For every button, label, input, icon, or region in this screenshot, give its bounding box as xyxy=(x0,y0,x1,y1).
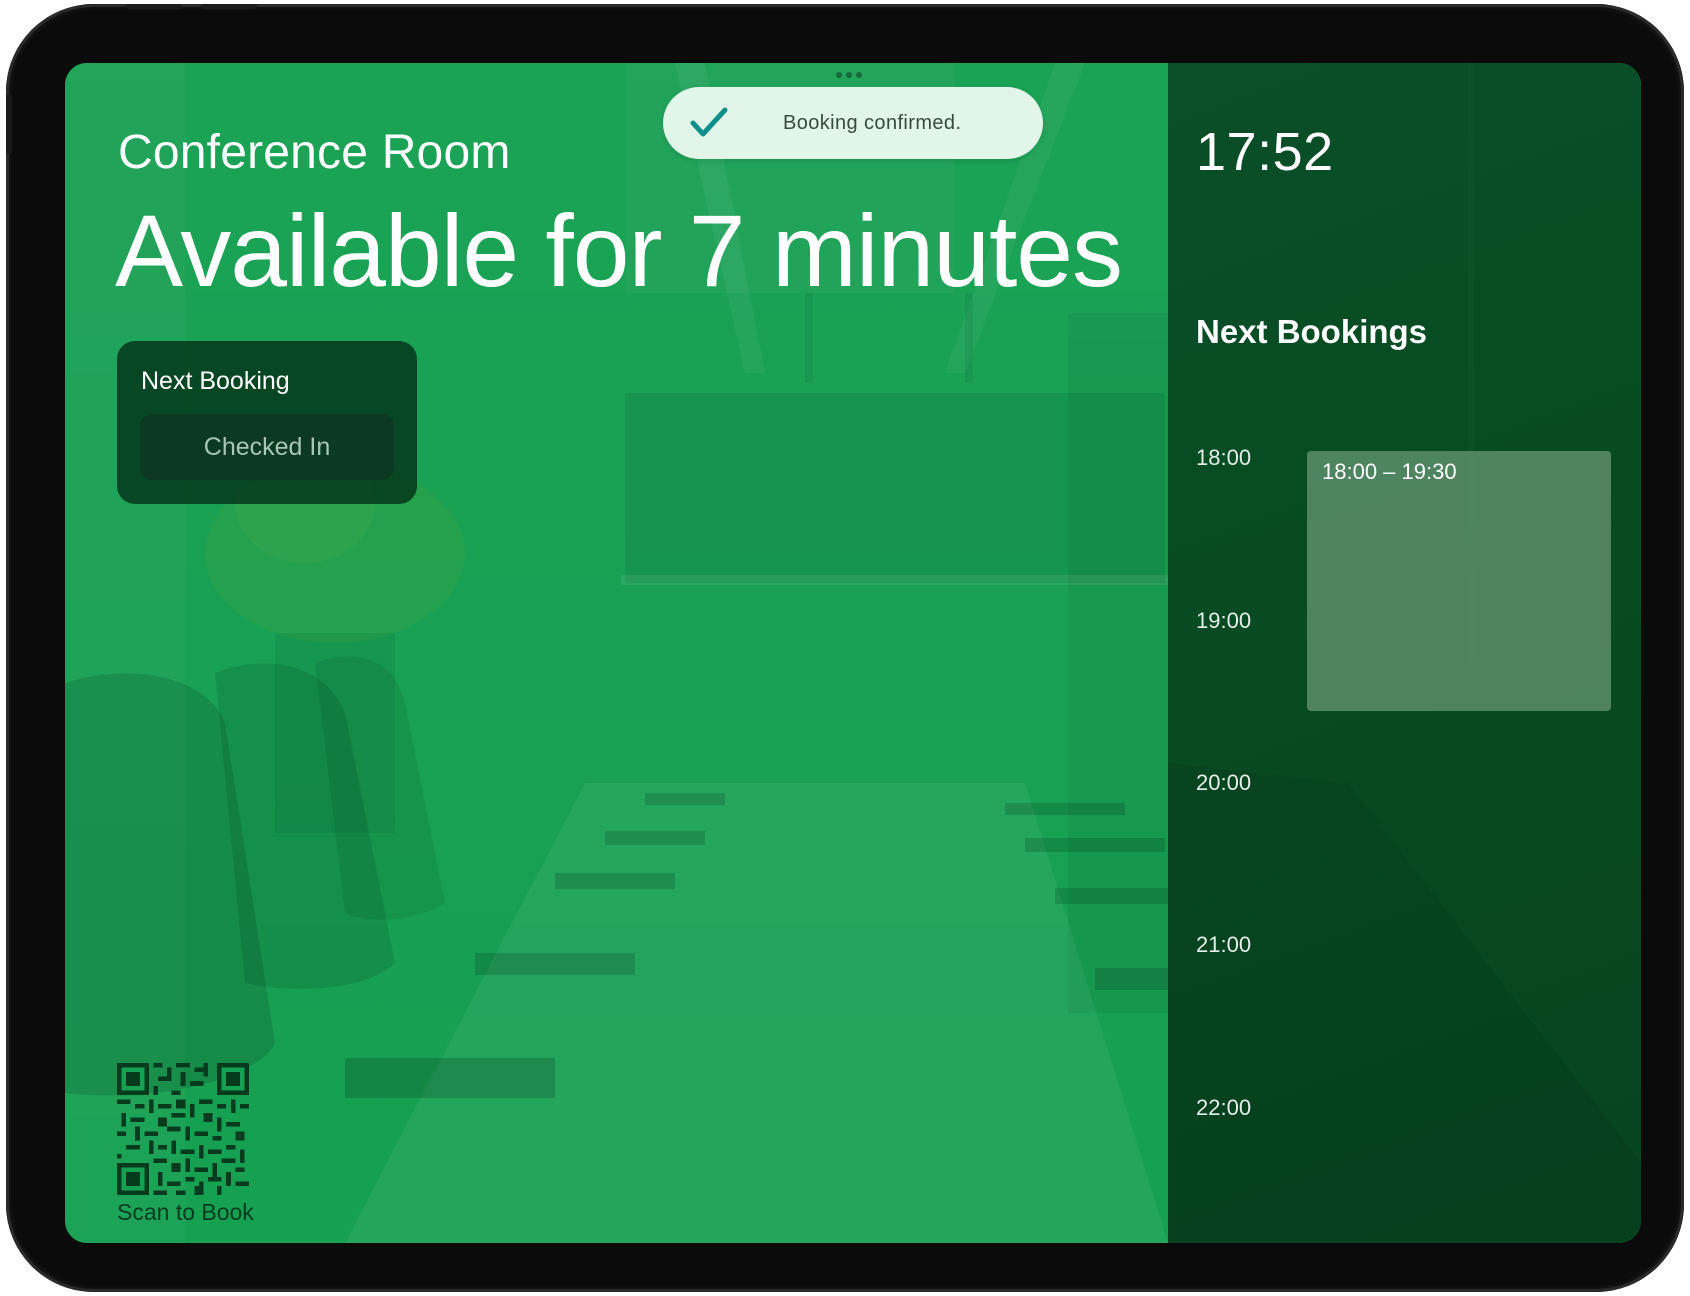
volume-button xyxy=(201,4,257,9)
hour-label: 22:00 xyxy=(1196,1095,1252,1120)
booking-block[interactable]: 18:00 – 19:30 xyxy=(1307,451,1611,711)
side-button xyxy=(6,94,12,154)
volume-button xyxy=(126,4,182,9)
hour-label: 20:00 xyxy=(1196,770,1252,795)
next-bookings-title: Next Bookings xyxy=(1196,313,1428,350)
room-name: Conference Room xyxy=(118,126,511,179)
toast-message: Booking confirmed. xyxy=(783,111,962,134)
availability-pane: Booking confirmed. Conference Room Avail… xyxy=(65,63,1168,1243)
next-booking-card: Next Booking Checked In xyxy=(117,341,417,504)
booking-time-range: 18:00 – 19:30 xyxy=(1322,459,1457,484)
room-display-screen: Booking confirmed. Conference Room Avail… xyxy=(65,63,1641,1243)
checkmark-icon xyxy=(690,107,728,137)
checked-in-button[interactable]: Checked In xyxy=(140,414,394,480)
qr-code xyxy=(117,1063,249,1195)
booking-confirmed-toast: Booking confirmed. xyxy=(663,87,1043,159)
schedule-sidebar: 17:52 Next Bookings 18:00 19:00 20:00 21… xyxy=(1168,63,1641,1243)
tablet-frame: Booking confirmed. Conference Room Avail… xyxy=(6,4,1684,1292)
scan-to-book-label: Scan to Book xyxy=(117,1199,254,1225)
window-grabber[interactable] xyxy=(836,72,862,78)
next-booking-title: Next Booking xyxy=(141,367,290,395)
hour-label: 18:00 xyxy=(1196,445,1252,470)
availability-status: Available for 7 minutes xyxy=(115,194,1123,308)
hour-label: 21:00 xyxy=(1196,932,1252,957)
current-time: 17:52 xyxy=(1196,122,1334,182)
hour-label: 19:00 xyxy=(1196,608,1252,633)
